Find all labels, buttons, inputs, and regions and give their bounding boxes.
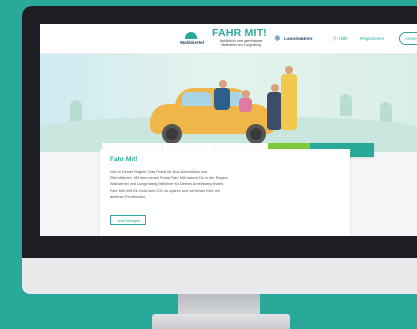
fahrmit-logo-title: FAHR MIT!	[212, 27, 267, 39]
person-head	[242, 90, 250, 98]
waldviertel-logo-icon	[185, 32, 197, 39]
lungenberg-logo-text: LUNGENBERG	[284, 36, 313, 41]
hero-illustration	[40, 54, 417, 152]
lungenberg-logo[interactable]: ✱ LUNGENBERG	[274, 34, 314, 46]
tree-illustration	[340, 94, 352, 116]
car-wheel	[162, 124, 182, 144]
nav-register-link[interactable]: Registrieren	[360, 36, 384, 41]
get-started-button[interactable]: Jetzt loslegen	[110, 215, 146, 225]
car-wheel	[246, 124, 266, 144]
person-illustration	[281, 74, 297, 130]
monitor-stand-foot	[152, 314, 290, 329]
login-button[interactable]: Anmelden	[399, 32, 417, 45]
waldviertel-logo[interactable]: Waldviertel	[173, 32, 211, 48]
info-card-title: Fahr Mit!	[110, 156, 138, 163]
info-card-text: Neu in Deiner Region: Das Portal für Bus…	[110, 170, 228, 199]
person-head	[219, 80, 227, 88]
fahrmit-logo[interactable]: FAHR MIT! Mobilität für eine gemeinsame …	[212, 27, 270, 53]
person-head	[285, 66, 293, 74]
waldviertel-logo-text: Waldviertel	[180, 40, 204, 45]
screen: Waldviertel FAHR MIT! Mobilität für eine…	[40, 24, 417, 236]
person-illustration	[267, 92, 282, 130]
site-header: Waldviertel FAHR MIT! Mobilität für eine…	[40, 24, 417, 54]
star-icon: ✱	[274, 34, 281, 43]
car-window	[182, 92, 212, 106]
nav-help-link[interactable]: ⓪ Hilfe	[333, 36, 348, 42]
person-head	[271, 84, 279, 92]
fahrmit-logo-tagline-2: Waldviertel und Lungenberg	[221, 43, 261, 47]
person-illustration	[214, 88, 230, 110]
monitor-stand-neck	[178, 294, 260, 316]
tree-illustration	[70, 100, 82, 122]
monitor-chin	[22, 258, 417, 294]
person-illustration	[239, 98, 252, 112]
info-card: Fahr Mit! Neu in Deiner Region: Das Port…	[100, 149, 350, 236]
